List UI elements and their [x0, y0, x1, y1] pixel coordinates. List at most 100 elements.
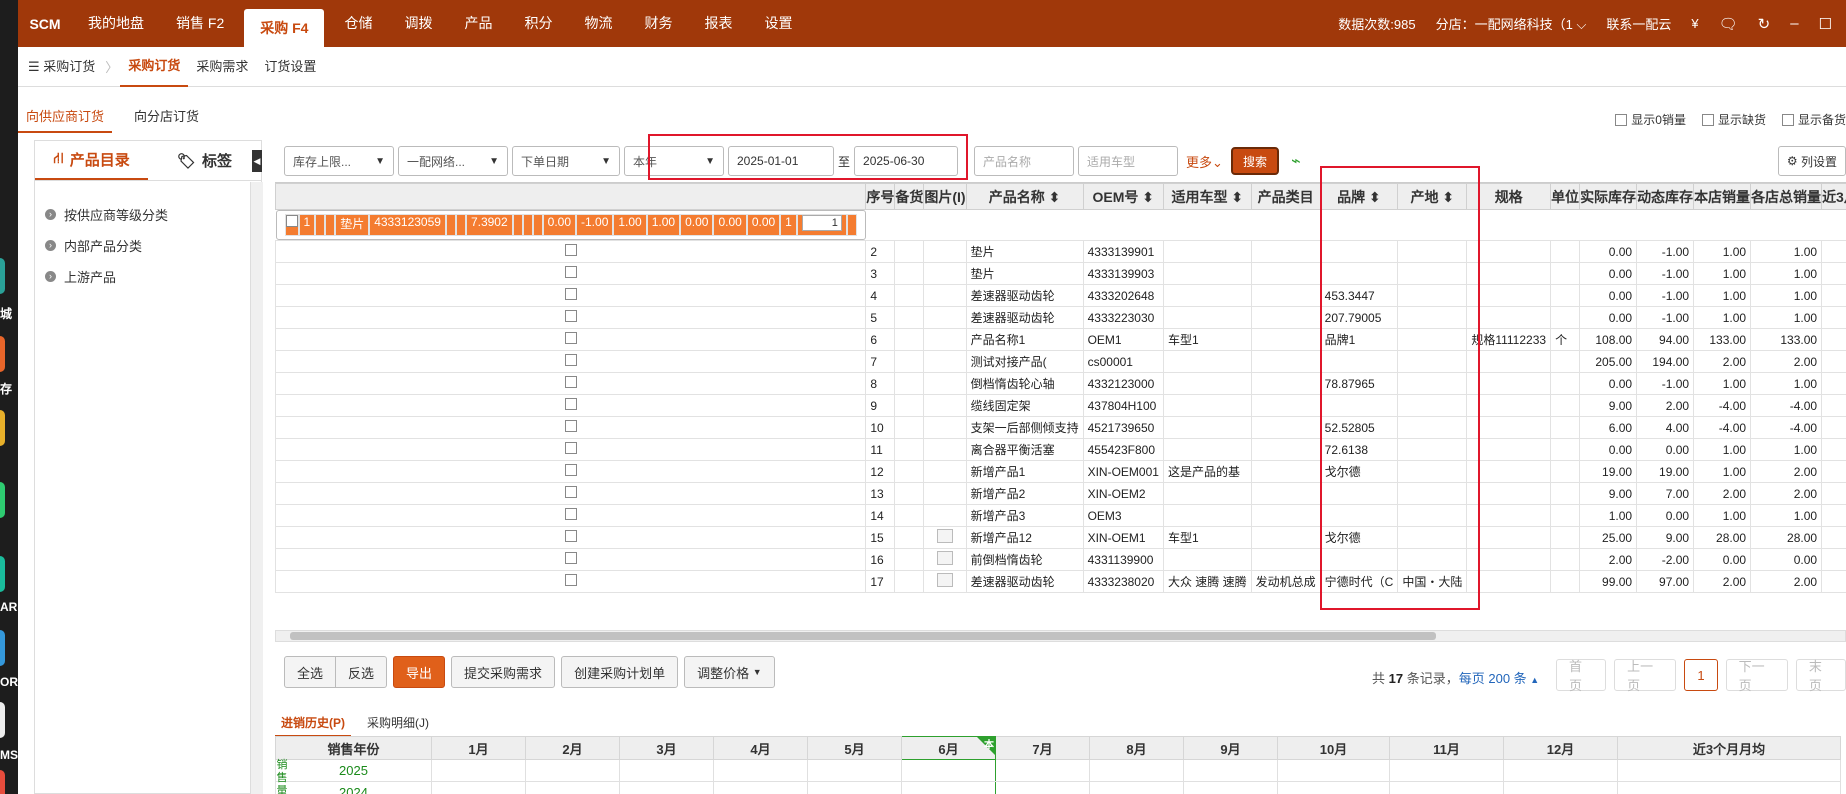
stock-limit-select[interactable]: 库存上限... ▼	[284, 146, 394, 176]
row-checkbox[interactable]	[564, 464, 577, 476]
branch-select[interactable]: 一配网络... ▼	[398, 146, 508, 176]
date-type-select[interactable]: 下单日期 ▼	[512, 146, 620, 176]
row-checkbox[interactable]	[564, 486, 577, 498]
row-checkbox[interactable]	[285, 215, 298, 227]
row-checkbox[interactable]	[564, 244, 577, 256]
table-row[interactable]: 16前倒档惰齿轮43311399002.00-2.000.000.000.000…	[275, 548, 1846, 571]
nav-item[interactable]: 积分	[508, 0, 568, 47]
prev-page-button[interactable]: 上一页	[1614, 659, 1677, 693]
column-header[interactable]: 实际库存	[1579, 183, 1638, 210]
nav-item[interactable]: 财务	[628, 0, 688, 47]
app-icon[interactable]	[0, 770, 5, 794]
table-row[interactable]: 3垫片43331399030.00-1.001.001.001.000.000.…	[275, 262, 1846, 285]
row-checkbox[interactable]	[564, 398, 577, 410]
nav-item[interactable]: 调拨	[388, 0, 448, 47]
column-header[interactable]: 产地 ⬍	[1397, 183, 1468, 210]
tab-tags[interactable]: 🏷 标签	[148, 141, 261, 180]
show-backup-option[interactable]: 显示备货	[1781, 111, 1846, 128]
column-header[interactable]: 各店总销量	[1750, 183, 1823, 210]
table-row[interactable]: 4 差速器驱动齿轮 4333202648 453.3447 0.00 -1.00 1.00 1…	[275, 284, 1846, 307]
export-button[interactable]: 导出	[393, 656, 446, 688]
expand-icon[interactable]: ›	[45, 271, 56, 282]
table-row[interactable]: 2垫片43331399010.00-1.001.001.001.000.000.…	[275, 240, 1846, 263]
minimize-icon[interactable]: –	[1790, 15, 1798, 32]
table-row[interactable]: 9缆线固定架437804H1009.002.00-4.00-4.000.000.…	[275, 394, 1846, 417]
column-header[interactable]: 图片(I)	[923, 183, 967, 210]
clear-filter-icon[interactable]: ⌁	[1291, 151, 1301, 171]
order-qty-input[interactable]: 1	[801, 215, 842, 231]
column-header[interactable]: 品牌 ⬍	[1319, 183, 1399, 210]
table-row[interactable]: 12 新增产品1 XIN-OEM001 这是产品的基 戈尔德 19.00 19.00 1.00…	[275, 460, 1846, 483]
image-icon[interactable]	[936, 529, 953, 543]
table-row[interactable]: 7测试对接产品(cs00001205.00194.002.002.001.000…	[275, 350, 1846, 373]
brand-logo[interactable]: SCM	[18, 16, 72, 32]
maximize-icon[interactable]: ☐	[1819, 15, 1832, 33]
row-checkbox[interactable]	[564, 354, 577, 366]
table-row[interactable]: 1 垫片 4333123059 7.3902 0.00 -1.00 1.00 1.00 0.00…	[275, 210, 866, 240]
checkbox[interactable]	[1615, 113, 1628, 126]
scrollbar-thumb[interactable]	[290, 632, 1436, 640]
table-row[interactable]: 8 倒档惰齿轮心轴 4332123000 78.87965 0.00 -1.00 1.00 1…	[275, 372, 1846, 395]
image-icon[interactable]	[936, 573, 953, 587]
tab-purchase-order[interactable]: 采购订货	[120, 47, 189, 87]
column-header[interactable]: 本店销量	[1693, 183, 1752, 210]
tree-node-supplier-grade[interactable]: › 按供应商等级分类	[39, 199, 257, 230]
adjust-price-button[interactable]: 调整价格 ▼	[684, 656, 775, 688]
column-header[interactable]: 序号	[865, 183, 896, 210]
search-button[interactable]: 搜索	[1230, 147, 1279, 175]
app-icon[interactable]	[0, 258, 5, 294]
tab-supplier-order[interactable]: 向供应商订货	[18, 100, 113, 133]
app-icon[interactable]	[0, 336, 5, 372]
expand-icon[interactable]: ›	[45, 209, 56, 220]
nav-item[interactable]: 报表	[688, 0, 748, 47]
current-page-button[interactable]: 1	[1684, 659, 1718, 691]
nav-item[interactable]: 仓储	[328, 0, 388, 47]
tab-order-settings[interactable]: 订货设置	[256, 47, 324, 87]
column-header[interactable]: 适用车型 ⬍	[1162, 183, 1252, 210]
column-header[interactable]: 备货	[894, 183, 925, 210]
breadcrumb-purchase[interactable]: ☰ 采购订货	[18, 47, 103, 87]
row-checkbox[interactable]	[564, 574, 577, 586]
row-checkbox[interactable]	[564, 266, 577, 278]
checkbox[interactable]	[1701, 113, 1714, 126]
column-header[interactable]: OEM号 ⬍	[1082, 183, 1164, 210]
tab-catalog[interactable]: ⛙ 产品目录	[35, 141, 148, 180]
select-all-button[interactable]: 全选	[284, 656, 337, 688]
nav-item[interactable]: 我的地盘	[72, 0, 160, 47]
next-page-button[interactable]: 下一页	[1725, 659, 1788, 693]
checkbox[interactable]	[1781, 113, 1794, 126]
app-icon[interactable]	[0, 556, 5, 592]
refresh-icon[interactable]: ↻	[1758, 15, 1771, 33]
row-checkbox[interactable]	[564, 376, 577, 388]
column-header[interactable]: 动态库存	[1636, 183, 1695, 210]
nav-item[interactable]: 销售 F2	[160, 0, 240, 47]
column-header[interactable]: 规格	[1466, 183, 1552, 210]
submit-demand-button[interactable]: 提交采购需求	[451, 656, 556, 688]
row-checkbox[interactable]	[564, 530, 577, 542]
row-checkbox[interactable]	[564, 310, 577, 322]
expand-icon[interactable]: ›	[45, 240, 56, 251]
column-header[interactable]: 单位	[1550, 183, 1581, 210]
page-size-select[interactable]: 每页 200 条 ▲	[1459, 671, 1539, 686]
tab-sales-history[interactable]: 进销历史(P)	[275, 710, 351, 737]
chat-icon[interactable]: 🗨	[1719, 15, 1738, 33]
tab-branch-order[interactable]: 向分店订货	[126, 100, 207, 133]
column-header[interactable]	[275, 183, 867, 210]
row-checkbox[interactable]	[564, 508, 577, 520]
invert-selection-button[interactable]: 反选	[336, 656, 388, 688]
table-row[interactable]: 15 新增产品12 XIN-OEM1 车型1 戈尔德 25.00 9.00 28.00 28.0…	[275, 526, 1846, 549]
column-header[interactable]: 产品名称 ⬍	[965, 183, 1084, 210]
nav-item[interactable]: 物流	[568, 0, 628, 47]
table-row[interactable]: 6 产品名称1 OEM1 车型1 品牌1 规格11112233 个 108.00 94.00 13…	[275, 328, 1846, 351]
nav-item[interactable]: 设置	[748, 0, 808, 47]
app-icon[interactable]	[0, 410, 5, 446]
table-row[interactable]: 5 差速器驱动齿轮 4333223030 207.79005 0.00 -1.00 1.00…	[275, 306, 1846, 329]
tree-node-internal-category[interactable]: › 内部产品分类	[39, 230, 257, 261]
row-checkbox[interactable]	[564, 552, 577, 564]
product-name-input[interactable]: 产品名称	[974, 146, 1075, 176]
app-icon[interactable]	[0, 702, 5, 738]
column-header[interactable]: 产品类目	[1250, 183, 1321, 210]
vehicle-input[interactable]: 适用车型	[1078, 146, 1179, 176]
last-page-button[interactable]: 末页	[1795, 659, 1846, 693]
tree-node-upstream[interactable]: › 上游产品	[39, 261, 257, 292]
